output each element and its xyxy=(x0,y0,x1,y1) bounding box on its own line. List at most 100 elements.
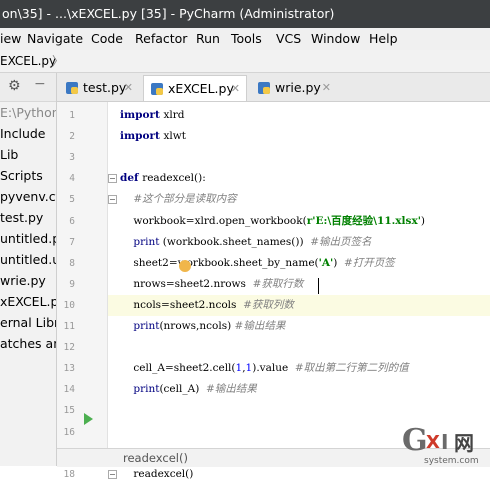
code-token: import xyxy=(120,109,164,121)
code-line[interactable]: print(nrows,ncols) #输出结果 xyxy=(120,316,285,337)
code-token: #打开页签 xyxy=(343,256,395,269)
line-number: 13 xyxy=(63,363,75,375)
run-arrow-icon[interactable] xyxy=(84,413,93,425)
menu-vcs[interactable]: VCS xyxy=(276,28,301,50)
svg-text:I: I xyxy=(441,430,448,454)
project-tree-item[interactable]: untitled.py xyxy=(0,228,56,249)
code-token: (nrows,ncols) xyxy=(159,320,235,332)
menu-code[interactable]: Code xyxy=(91,28,123,50)
svg-text:X: X xyxy=(426,432,440,453)
menu-run[interactable]: Run xyxy=(196,28,220,50)
svg-text:G: G xyxy=(402,423,428,458)
code-token: #输出结果 xyxy=(234,320,286,332)
tab-test-py[interactable]: test.py ✕ xyxy=(59,75,139,101)
line-number: 5 xyxy=(69,194,75,206)
line-number: 7 xyxy=(69,236,75,248)
code-line[interactable]: sheet2=workbook.sheet_by_name('A') #打开页签 xyxy=(120,253,395,274)
line-number: 4 xyxy=(69,173,75,185)
line-number: 1 xyxy=(69,110,75,121)
line-number: 15 xyxy=(63,405,75,417)
tab-label: wrie.py xyxy=(275,80,321,95)
code-line[interactable]: import xlwt xyxy=(120,126,186,147)
code-token: ncols=sheet2.ncols xyxy=(120,298,244,311)
project-tree-item[interactable]: Lib xyxy=(0,144,56,165)
close-icon[interactable]: ✕ xyxy=(322,75,331,101)
code-token: #获取列数 xyxy=(243,298,294,311)
code-token: import xyxy=(120,130,164,143)
project-toolbar: ⚙ − xyxy=(0,73,56,102)
line-number: 2 xyxy=(69,131,75,143)
fold-marker-icon[interactable] xyxy=(108,195,117,205)
project-tree-item[interactable]: Scripts xyxy=(0,165,56,186)
code-line[interactable]: def readexcel(): xyxy=(120,168,206,189)
project-tree-item[interactable]: E:\Python\ xyxy=(0,102,56,123)
code-token: #获取行数 xyxy=(252,277,304,290)
menu-navigate[interactable]: Navigate xyxy=(27,28,83,50)
project-tree-item[interactable]: untitled.ui xyxy=(0,249,56,270)
code-token: r'E:\百度经验\11.xlsx' xyxy=(306,214,421,227)
project-tree-item[interactable]: Include xyxy=(0,123,56,144)
hide-panel-icon[interactable]: − xyxy=(34,76,46,92)
tab-xexcel-py[interactable]: xEXCEL.py ✕ xyxy=(143,75,247,101)
code-token: sheet2=workbook.sheet_by_name( xyxy=(120,256,319,269)
text-cursor xyxy=(318,278,319,294)
line-number: 9 xyxy=(69,278,75,290)
project-tree-item[interactable]: test.py xyxy=(0,207,56,228)
code-token: (workbook.sheet_names()) xyxy=(159,235,311,248)
menu-window[interactable]: Window xyxy=(311,28,360,50)
code-token: #输出结果 xyxy=(205,383,257,396)
project-tree-item[interactable]: pyvenv.cfg xyxy=(0,186,56,207)
project-tree-item[interactable]: wrie.py xyxy=(0,270,56,291)
code-token: xlrd xyxy=(163,109,185,121)
gear-icon[interactable]: ⚙ xyxy=(8,78,21,94)
line-number: 14 xyxy=(63,384,75,396)
menu-tools[interactable]: Tools xyxy=(231,28,262,50)
menu-bar: iew Navigate Code Refactor Run Tools VCS… xyxy=(0,28,490,50)
lightbulb-icon[interactable] xyxy=(179,260,191,272)
line-number: 12 xyxy=(63,342,75,354)
breadcrumb-file[interactable]: EXCEL.py xyxy=(0,50,56,72)
menu-help[interactable]: Help xyxy=(369,28,398,50)
code-line[interactable]: nrows=sheet2.nrows #获取行数 xyxy=(120,274,303,295)
code-line[interactable]: import xlrd xyxy=(120,105,185,126)
code-line[interactable]: print (workbook.sheet_names()) #输出页签名 xyxy=(120,232,371,253)
code-line[interactable]: cell_A=sheet2.cell(1,1).value #取出第二行第二列的… xyxy=(120,358,409,379)
project-tree: E:\Python\IncludeLibScriptspyvenv.cfgtes… xyxy=(0,102,56,354)
menu-view[interactable]: iew xyxy=(0,28,21,50)
fold-marker-icon[interactable] xyxy=(108,174,117,184)
close-icon[interactable]: ✕ xyxy=(124,75,133,101)
code-token: (cell_A) xyxy=(159,383,206,396)
window-title: on\35] - ...\xEXCEL.py [35] - PyCharm (A… xyxy=(0,0,490,28)
breadcrumb-chevron-icon: 〉 xyxy=(52,54,65,68)
code-line[interactable]: print(cell_A) #输出结果 xyxy=(120,379,257,400)
svg-text:system.com: system.com xyxy=(424,456,479,466)
line-number: 16 xyxy=(63,426,75,438)
menu-refactor[interactable]: Refactor xyxy=(135,28,187,50)
close-icon[interactable]: ✕ xyxy=(231,76,240,102)
line-number: 3 xyxy=(69,152,75,164)
code-token: print xyxy=(133,383,160,396)
project-tree-item[interactable]: xEXCEL.py xyxy=(0,291,56,312)
code-token: 'A' xyxy=(318,256,334,269)
python-file-icon xyxy=(258,82,270,94)
code-token: print xyxy=(133,320,160,332)
code-line[interactable]: workbook=xlrd.open_workbook(r'E:\百度经验\11… xyxy=(120,211,425,232)
line-number: 10 xyxy=(63,299,75,311)
code-line[interactable]: #这个部分是读取内容 xyxy=(120,189,236,210)
svg-text:网: 网 xyxy=(454,431,474,455)
function-breadcrumb[interactable]: readexcel() xyxy=(123,449,188,467)
project-tree-item[interactable]: atches and xyxy=(0,333,56,354)
project-tree-item[interactable]: ernal Libra xyxy=(0,312,56,333)
code-token: ) xyxy=(333,256,344,269)
fold-marker-icon[interactable] xyxy=(108,469,117,479)
code-line[interactable]: ncols=sheet2.ncols #获取列数 xyxy=(120,295,294,316)
line-number: 8 xyxy=(69,257,75,269)
tab-wrie-py[interactable]: wrie.py ✕ xyxy=(251,75,337,101)
code-token: def xyxy=(120,172,143,185)
code-token: print xyxy=(133,235,160,248)
line-number: 6 xyxy=(69,215,75,227)
code-token: readexcel() xyxy=(120,467,194,480)
code-token: #取出第二行第二列的值 xyxy=(294,362,409,375)
